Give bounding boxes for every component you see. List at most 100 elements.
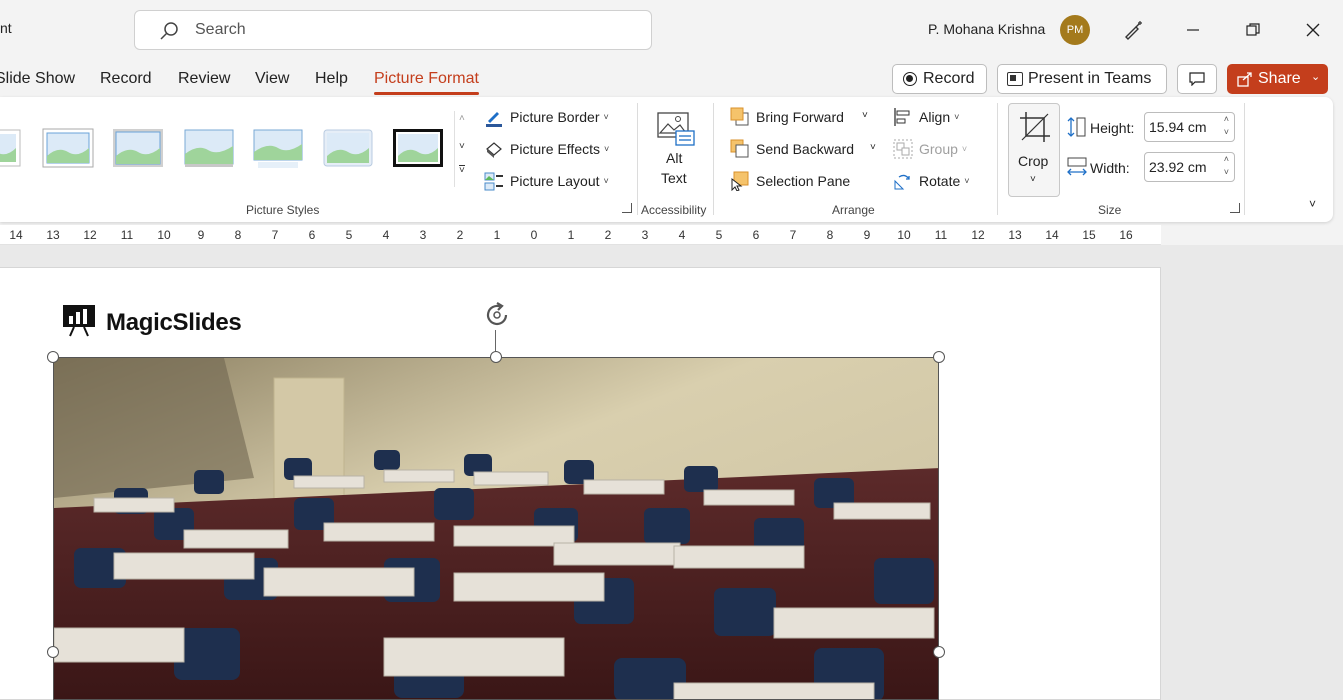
crop-label: Crop [1018,153,1049,169]
resize-handle-left[interactable] [47,646,59,658]
height-up-icon[interactable]: ˄ [1224,114,1229,124]
height-input[interactable]: 15.94 cm ˄ ˅ [1144,112,1235,142]
record-label: Record [923,70,975,87]
tab-view[interactable]: View [255,70,289,88]
search-icon [160,22,178,40]
ruler-tick-label: 13 [1008,228,1022,242]
tab-review[interactable]: Review [178,70,230,88]
search-placeholder: Search [195,21,246,38]
picture-layout-button[interactable]: Picture Layout ˅ [484,171,609,191]
ruler-tick-label: 16 [1119,228,1133,242]
ruler-tick-label: 9 [863,228,871,242]
group-label-arrange: Arrange [832,203,875,217]
picture-style-thumb-4[interactable] [182,128,234,168]
align-button[interactable]: Align ˅ [893,107,959,127]
ruler-tick-label: 5 [345,228,353,242]
bring-forward-chevron-down-icon[interactable]: ˅ [862,110,868,121]
share-chevron-down-icon[interactable]: ⌄ [1311,70,1320,83]
rotate-label: Rotate [919,173,961,189]
gallery-down-icon[interactable]: ˅ [459,141,465,152]
ruler-tick-label: 7 [271,228,279,242]
crop-icon [1020,112,1050,142]
designer-icon[interactable] [1115,12,1151,48]
resize-handle-top-right[interactable] [933,351,945,363]
tab-help[interactable]: Help [315,70,348,88]
group-label-picture-styles: Picture Styles [246,203,320,217]
search-box[interactable]: Search [134,10,652,50]
picture-border-label: Picture Border [510,109,600,125]
selection-pane-button[interactable]: Selection Pane [730,171,850,191]
record-button[interactable]: Record [892,64,987,94]
share-label: Share [1258,70,1301,87]
present-in-teams-button[interactable]: Present in Teams [997,64,1167,94]
user-name[interactable]: P. Mohana Krishna [928,21,1045,37]
tab-record[interactable]: Record [100,70,152,88]
ruler-tick-label: 8 [826,228,834,242]
separator [997,103,998,215]
picture-effects-button[interactable]: Picture Effects ˅ [484,139,609,159]
send-backward-button[interactable]: Send Backward [730,139,854,159]
crop-chevron-down-icon[interactable]: ˅ [1030,174,1036,185]
teams-icon [1007,72,1023,86]
share-icon [1237,72,1252,87]
size-launcher-icon[interactable] [1230,203,1240,213]
picture-styles-launcher-icon[interactable] [622,203,632,213]
align-icon [894,108,910,126]
picture-border-button[interactable]: Picture Border ˅ [484,107,609,127]
tab-slide-show[interactable]: Slide Show [0,70,75,88]
picture-border-icon [486,112,502,127]
height-down-icon[interactable]: ˅ [1224,127,1229,137]
picture-style-thumb-1[interactable] [0,128,22,168]
close-icon[interactable] [1295,12,1331,48]
ribbon-collapse-chevron-down-icon[interactable]: ˅ [1309,197,1316,211]
picture-style-thumb-2[interactable] [42,128,94,168]
width-label: Width: [1090,160,1130,176]
comment-icon [1189,72,1205,86]
resize-handle-right[interactable] [933,646,945,658]
send-backward-chevron-down-icon[interactable]: ˅ [870,142,876,153]
classroom-photo[interactable] [53,357,939,700]
ruler-tick-label: 1 [567,228,575,242]
bring-forward-button[interactable]: Bring Forward [730,107,844,127]
picture-style-thumb-7[interactable] [392,128,444,168]
ruler-tick-label: 15 [1082,228,1096,242]
gallery-up-icon[interactable]: ˄ [459,113,465,124]
logo-text: MagicSlides [106,309,242,336]
tab-picture-format[interactable]: Picture Format [374,70,479,95]
rotate-handle-icon[interactable] [480,298,514,332]
picture-style-thumb-3[interactable] [112,128,164,168]
resize-handle-top[interactable] [490,351,502,363]
width-input[interactable]: 23.92 cm ˄ ˅ [1144,152,1235,182]
rotate-icon [894,174,910,190]
ribbon-tabs: Slide Show Record Review View Help Pictu… [0,60,880,98]
present-label: Present in Teams [1028,70,1152,87]
width-down-icon[interactable]: ˅ [1224,167,1229,177]
group-label-size: Size [1098,203,1122,217]
group-label-accessibility: Accessibility [641,203,707,217]
separator [1244,103,1245,215]
restore-icon[interactable] [1235,12,1271,48]
gallery-more-icon[interactable]: ˅ [459,165,465,176]
resize-handle-top-left[interactable] [47,351,59,363]
ruler-tick-label: 4 [382,228,390,242]
alt-text-button[interactable]: Alt Text [652,109,700,189]
ruler-tick-label: 3 [419,228,427,242]
ruler-tick-label: 14 [9,228,23,242]
horizontal-ruler: 14 13 12 11 10 9 8 7 6 5 4 3 2 1 0 1 2 3… [0,225,1161,245]
selection-pane-icon [731,171,749,191]
width-value: 23.92 cm [1149,159,1207,175]
avatar[interactable]: PM [1060,15,1090,45]
crop-button[interactable]: Crop ˅ [1008,103,1060,197]
width-up-icon[interactable]: ˄ [1224,154,1229,164]
rotate-button[interactable]: Rotate ˅ [893,171,970,191]
group-label: Group [919,141,958,157]
share-button[interactable]: Share ⌄ [1227,64,1328,94]
title-bar: nt Search P. Mohana Krishna PM [0,0,1343,60]
group-button[interactable]: Group ˅ [893,139,967,159]
picture-style-thumb-6[interactable] [322,128,374,168]
minimize-icon[interactable] [1175,12,1211,48]
picture-style-thumb-5[interactable] [252,128,304,168]
picture-effects-icon [486,142,502,158]
alt-text-icon [657,112,695,146]
comments-button[interactable] [1177,64,1217,94]
